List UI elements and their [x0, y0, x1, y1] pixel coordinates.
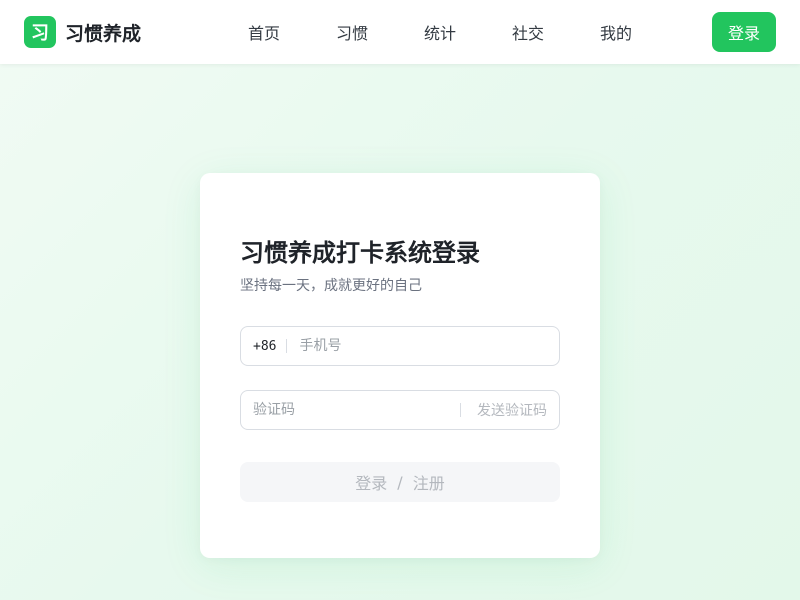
nav-item-home[interactable]: 首页: [220, 20, 308, 44]
send-code-button[interactable]: 发送验证码: [477, 400, 547, 420]
field-divider: [460, 403, 461, 417]
header-login-button[interactable]: 登录: [712, 12, 776, 52]
login-card: 习惯养成打卡系统登录 坚持每一天，成就更好的自己 +86 发送验证码 登录 / …: [200, 173, 600, 558]
top-navbar: 习 习惯养成 首页 习惯 统计 社交 我的 登录: [0, 0, 800, 64]
verification-code-field[interactable]: 发送验证码: [240, 390, 560, 430]
login-subtitle: 坚持每一天，成就更好的自己: [240, 278, 422, 294]
brand-logo-icon: 习: [24, 16, 56, 48]
submit-register-label: 注册: [412, 474, 445, 493]
submit-separator: /: [397, 472, 403, 492]
submit-login-label: 登录: [355, 474, 388, 493]
country-code[interactable]: +86: [253, 339, 276, 354]
login-title: 习惯养成打卡系统登录: [240, 239, 480, 267]
phone-input[interactable]: [299, 327, 559, 365]
brand[interactable]: 习 习惯养成: [24, 16, 141, 48]
phone-field[interactable]: +86: [240, 326, 560, 366]
nav-item-social[interactable]: 社交: [484, 20, 572, 44]
nav-item-habits[interactable]: 习惯: [308, 20, 396, 44]
field-divider: [286, 339, 288, 353]
verification-code-input[interactable]: [253, 391, 460, 429]
nav-item-stats[interactable]: 统计: [396, 20, 484, 44]
main-nav: 首页 习惯 统计 社交 我的: [220, 0, 660, 64]
login-register-button[interactable]: 登录 / 注册: [240, 462, 560, 502]
brand-name: 习惯养成: [65, 22, 142, 45]
nav-item-me[interactable]: 我的: [572, 20, 660, 44]
